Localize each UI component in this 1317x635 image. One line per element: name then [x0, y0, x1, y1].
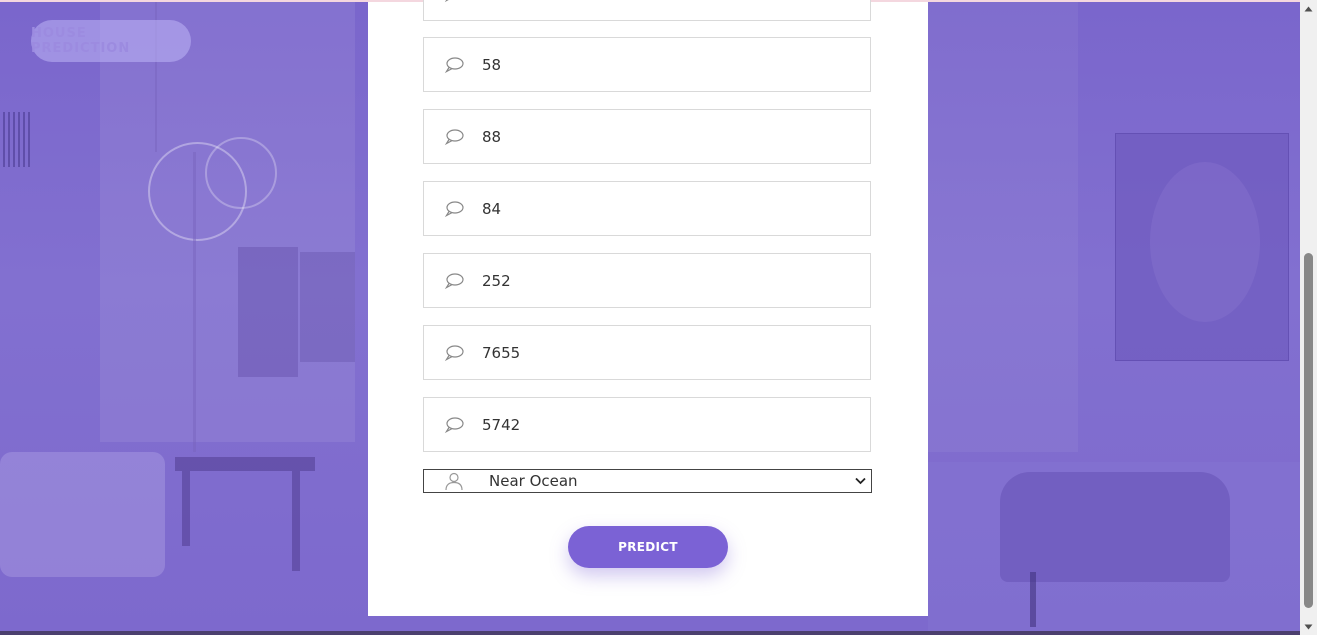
user-icon: [444, 471, 464, 491]
speech-bubble-icon: [444, 0, 466, 3]
input-value[interactable]: 84: [482, 200, 842, 218]
input-field-partial[interactable]: [423, 0, 871, 21]
select-value: Near Ocean: [489, 472, 578, 490]
speech-bubble-icon: [444, 200, 466, 218]
partial-input[interactable]: [482, 0, 842, 3]
input-field[interactable]: 58: [423, 37, 871, 92]
chevron-down-icon[interactable]: [853, 477, 867, 485]
speech-bubble-icon: [444, 272, 466, 290]
input-field[interactable]: 84: [423, 181, 871, 236]
speech-bubble-icon: [444, 416, 466, 434]
input-field[interactable]: 5742: [423, 397, 871, 452]
input-field[interactable]: 7655: [423, 325, 871, 380]
input-field[interactable]: 252: [423, 253, 871, 308]
scrollbar-thumb[interactable]: [1304, 253, 1313, 608]
input-value[interactable]: 252: [482, 272, 842, 290]
speech-bubble-icon: [444, 56, 466, 74]
speech-bubble-icon: [444, 344, 466, 362]
input-value[interactable]: 88: [482, 128, 842, 146]
predict-button[interactable]: PREDICT: [568, 526, 728, 568]
brand-logo[interactable]: HOUSE PREDICTION: [31, 20, 191, 62]
vertical-scrollbar[interactable]: [1300, 0, 1317, 635]
ocean-proximity-select[interactable]: Near Ocean: [423, 469, 872, 493]
window-bottom-edge: [0, 631, 1300, 635]
input-value[interactable]: 58: [482, 56, 842, 74]
speech-bubble-icon: [444, 128, 466, 146]
input-field[interactable]: 88: [423, 109, 871, 164]
scroll-up-arrow-icon[interactable]: [1300, 0, 1317, 17]
input-value[interactable]: 5742: [482, 416, 842, 434]
prediction-form: 58 88 84 252 7655 5742 Near Ocean PREDIC…: [368, 0, 928, 616]
scroll-down-arrow-icon[interactable]: [1300, 618, 1317, 635]
input-value[interactable]: 7655: [482, 344, 842, 362]
